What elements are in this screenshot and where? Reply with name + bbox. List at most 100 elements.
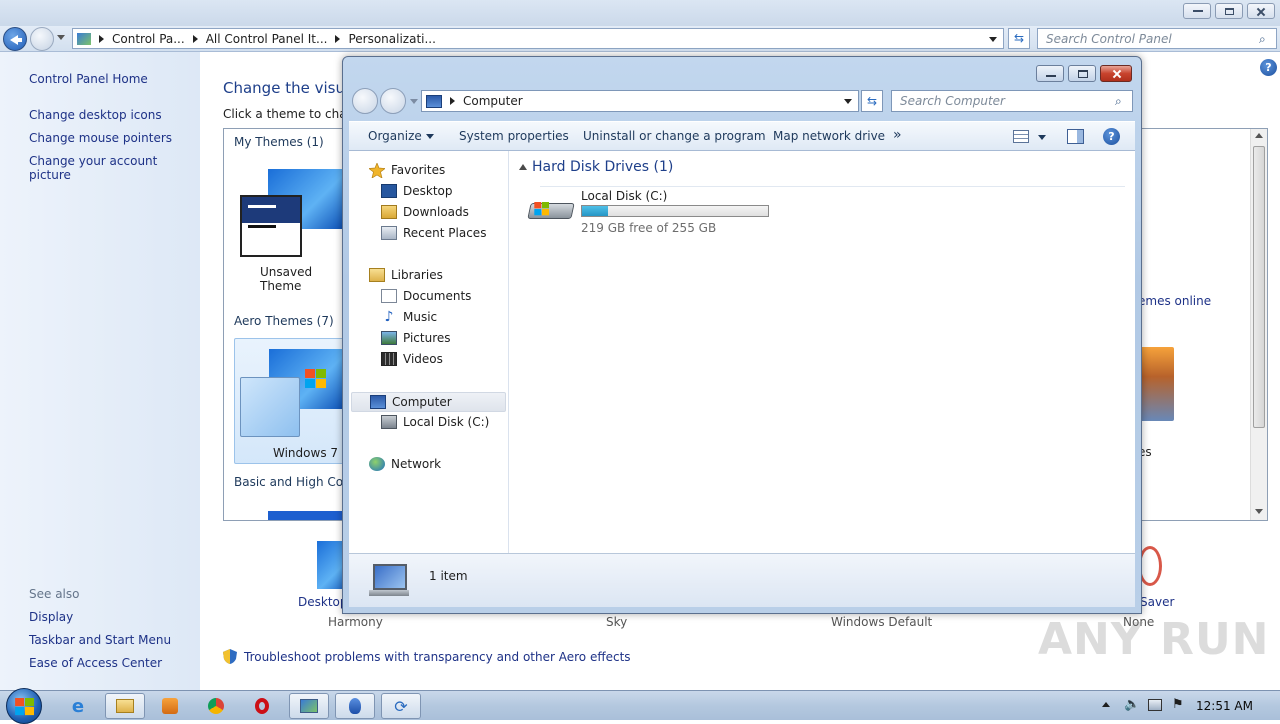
view-options-icon[interactable] [1013, 130, 1029, 143]
nav-downloads[interactable]: Downloads [381, 205, 469, 219]
taskbar-app-blue[interactable] [335, 693, 375, 719]
search-icon[interactable]: ⌕ [1259, 32, 1266, 47]
taskbar-media-player[interactable] [150, 693, 190, 719]
taskbar-ie[interactable]: e [58, 693, 98, 719]
breadcrumb-all-items[interactable]: All Control Panel It... [206, 32, 328, 46]
nav-desktop[interactable]: Desktop [381, 184, 453, 198]
clock[interactable]: 12:51 AM [1196, 699, 1253, 713]
unsaved-theme-item[interactable]: Unsaved Theme [238, 167, 348, 293]
organize-label: Organize [368, 129, 422, 143]
scrollbar-thumb[interactable] [1253, 146, 1265, 428]
taskbar-chrome[interactable] [196, 693, 236, 719]
windows7-theme-item[interactable]: Windows 7 [234, 338, 346, 464]
collapse-group-icon[interactable] [519, 164, 527, 170]
show-hidden-icons-icon[interactable] [1102, 702, 1110, 707]
nav-documents[interactable]: Documents [381, 289, 471, 303]
troubleshoot-link[interactable]: Troubleshoot problems with transparency … [244, 650, 631, 664]
close-button[interactable] [1247, 3, 1275, 19]
restore-button[interactable] [1215, 3, 1243, 19]
cp-address-bar[interactable]: Control Pa... All Control Panel It... Pe… [72, 28, 1004, 49]
nav-videos[interactable]: Videos [381, 352, 443, 366]
nav-local-disk-label: Local Disk (C:) [403, 415, 490, 429]
address-dropdown-icon[interactable] [989, 37, 997, 42]
nav-recent-places[interactable]: Recent Places [381, 226, 486, 240]
breadcrumb-arrow-icon [450, 97, 455, 105]
taskbar-start-menu-link[interactable]: Taskbar and Start Menu [29, 633, 171, 647]
desktop-background-link[interactable]: Desktop [298, 595, 348, 609]
uninstall-program-button[interactable]: Uninstall or change a program [583, 129, 766, 143]
recent-pages-icon[interactable] [57, 35, 65, 40]
internet-explorer-icon: e [71, 695, 85, 717]
media-player-icon [162, 698, 178, 714]
screen-saver-link[interactable]: Saver [1140, 595, 1174, 609]
explorer-search-input[interactable]: Search Computer [891, 90, 1133, 112]
nav-computer[interactable]: Computer [351, 392, 506, 412]
map-network-drive-button[interactable]: Map network drive [773, 129, 885, 143]
drive-usage-fill [582, 206, 609, 216]
explorer-back-button[interactable] [352, 88, 378, 114]
more-commands-button[interactable]: » [893, 127, 902, 143]
theme-list-scrollbar[interactable] [1250, 129, 1267, 520]
volume-icon[interactable]: 🔈 [1124, 697, 1140, 712]
chrome-icon [208, 698, 224, 714]
nav-local-disk[interactable]: Local Disk (C:) [381, 415, 489, 429]
nav-music[interactable]: ♪ Music [381, 309, 438, 325]
scroll-down-icon[interactable] [1255, 509, 1263, 514]
view-dropdown-icon[interactable] [1038, 135, 1046, 140]
nav-videos-label: Videos [403, 352, 443, 366]
start-button[interactable] [6, 688, 42, 724]
page-title: Change the visua [223, 79, 355, 97]
explorer-help-icon[interactable]: ? [1103, 128, 1120, 145]
control-panel-icon [300, 699, 318, 713]
change-desktop-icons-link[interactable]: Change desktop icons [29, 108, 162, 122]
explorer-refresh-icon[interactable]: ⇆ [861, 90, 883, 112]
explorer-forward-button[interactable] [380, 88, 406, 114]
taskbar-explorer[interactable] [105, 693, 145, 719]
preview-pane-icon[interactable] [1067, 129, 1084, 144]
network-tray-icon[interactable] [1148, 699, 1162, 711]
breadcrumb-arrow-icon [99, 34, 104, 43]
taskbar-control-panel[interactable] [289, 693, 329, 719]
explorer-close-button[interactable] [1100, 65, 1132, 82]
forward-button[interactable] [30, 27, 54, 51]
hard-drive-icon [381, 415, 397, 429]
change-account-picture-link[interactable]: Change your account picture [29, 154, 200, 182]
explorer-recent-pages-icon[interactable] [410, 99, 418, 104]
help-icon[interactable]: ? [1260, 59, 1277, 76]
address-computer[interactable]: Computer [463, 94, 523, 108]
taskbar-opera[interactable] [242, 693, 282, 719]
action-center-flag-icon[interactable]: ⚑ [1172, 697, 1184, 712]
nav-network[interactable]: Network [369, 457, 441, 471]
nav-libraries[interactable]: Libraries [369, 268, 443, 282]
my-themes-header: My Themes (1) [234, 135, 324, 149]
ease-of-access-link[interactable]: Ease of Access Center [29, 656, 162, 670]
cp-search-input[interactable]: Search Control Panel [1037, 28, 1277, 49]
refresh-icon[interactable]: ⇆ [1008, 28, 1030, 49]
basic-theme-thumbnail [268, 511, 344, 520]
explorer-maximize-button[interactable] [1068, 65, 1096, 82]
control-panel-home-link[interactable]: Control Panel Home [29, 72, 148, 86]
organize-button[interactable]: Organize [368, 129, 434, 143]
nav-pictures[interactable]: Pictures [381, 331, 451, 345]
explorer-search-icon[interactable]: ⌕ [1115, 94, 1122, 109]
music-icon: ♪ [384, 309, 394, 325]
system-properties-button[interactable]: System properties [459, 129, 569, 143]
opera-icon [255, 698, 269, 714]
breadcrumb-control-panel[interactable]: Control Pa... [112, 32, 185, 46]
explorer-minimize-button[interactable] [1036, 65, 1064, 82]
breadcrumb-personalization[interactable]: Personalizati... [348, 32, 435, 46]
minimize-button[interactable] [1183, 3, 1211, 19]
address-dropdown-icon[interactable] [844, 99, 852, 104]
get-more-themes-link[interactable]: emes online [1138, 294, 1211, 308]
display-link[interactable]: Display [29, 610, 73, 624]
videos-icon [381, 352, 397, 366]
change-mouse-pointers-link[interactable]: Change mouse pointers [29, 131, 172, 145]
local-disk-item[interactable]: Local Disk (C:) 219 GB free of 255 GB [527, 185, 773, 235]
nav-favorites[interactable]: Favorites [368, 162, 446, 179]
landscape-theme-thumbnail[interactable] [1138, 347, 1174, 421]
explorer-address-bar[interactable]: Computer [421, 90, 859, 112]
back-button[interactable] [3, 27, 27, 51]
nav-favorites-label: Favorites [391, 163, 446, 177]
taskbar-app-sync[interactable]: ⟳ [381, 693, 421, 719]
scroll-up-icon[interactable] [1255, 133, 1263, 138]
